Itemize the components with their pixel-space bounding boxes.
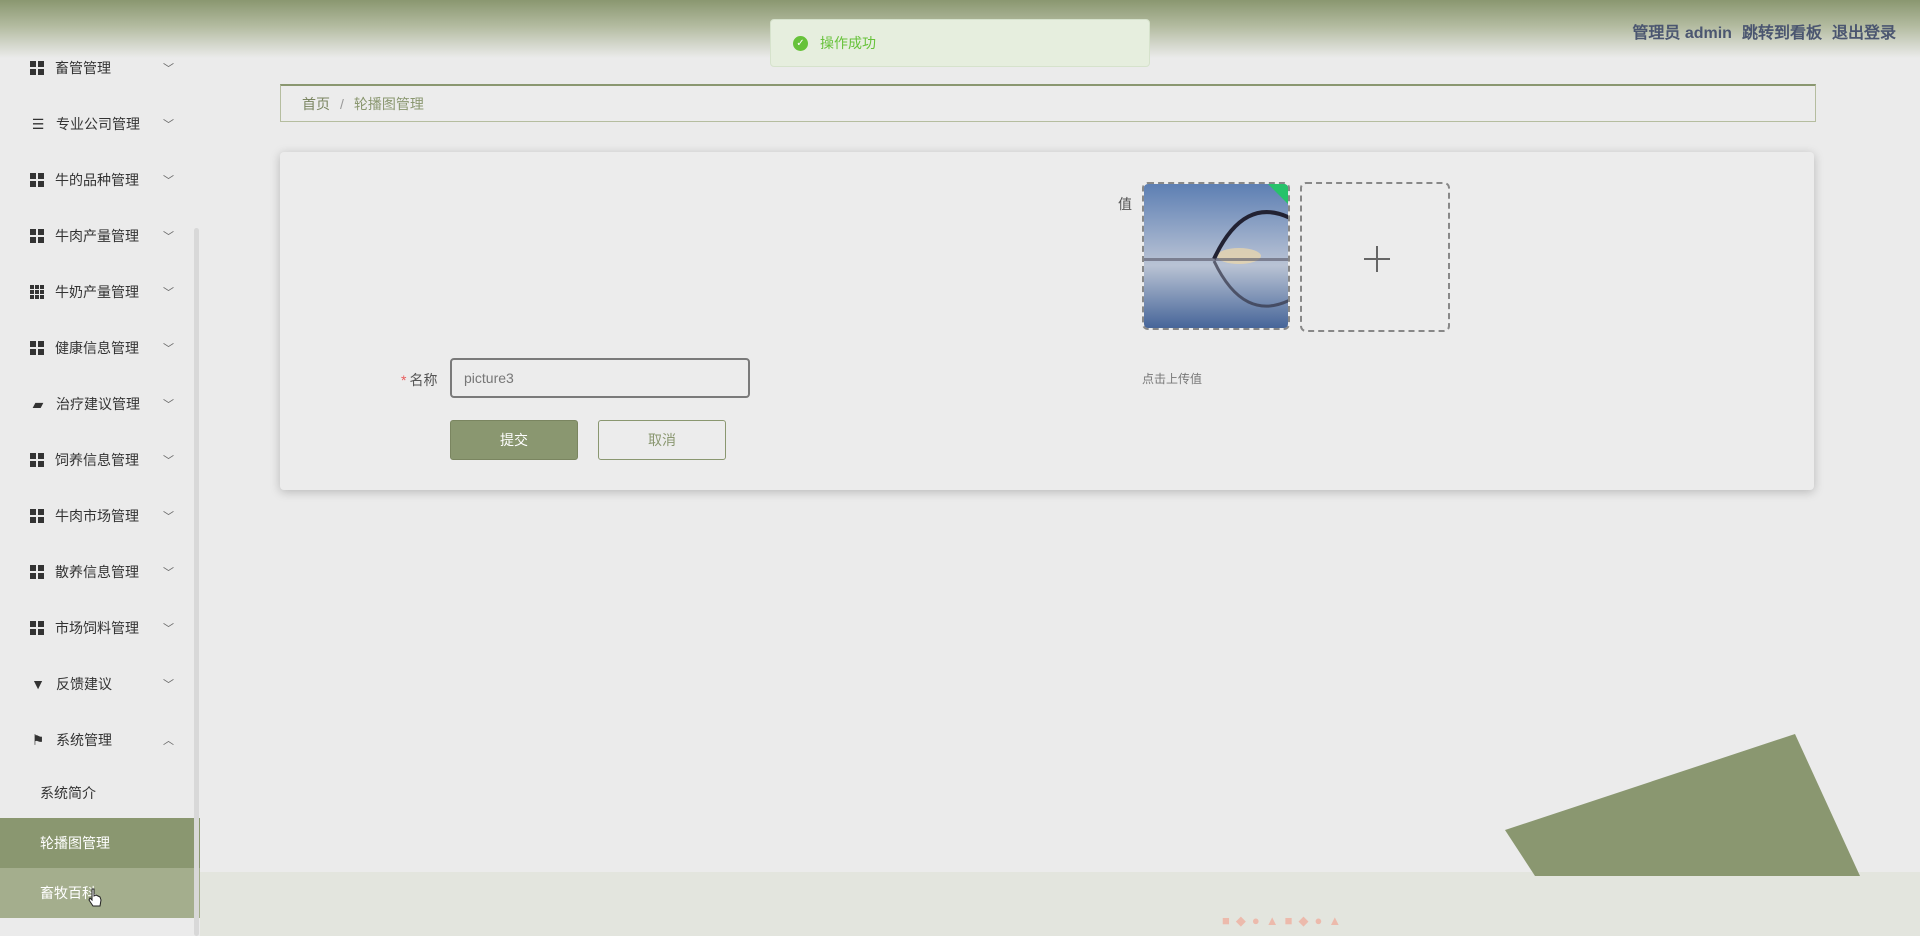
- sidebar-item-treatment[interactable]: ▰ 治疗建议管理 ﹀: [0, 376, 194, 432]
- taskbar-tray-icons: ■ ◆ ● ▲ ■ ◆ ● ▲: [1222, 913, 1341, 929]
- admin-label: 管理员 admin: [1632, 25, 1732, 42]
- list-icon: ☰: [31, 116, 45, 132]
- sidebar-item-label: 牛肉市场管理: [55, 508, 139, 524]
- grid-icon: [30, 229, 44, 243]
- tray-icon: ■: [1222, 913, 1230, 928]
- name-input[interactable]: [450, 358, 750, 398]
- name-label-text: 名称: [409, 372, 438, 388]
- success-toast: ✓ 操作成功: [770, 19, 1150, 67]
- chevron-down-icon: ﹀: [163, 679, 174, 691]
- toast-message: 操作成功: [820, 35, 876, 51]
- chevron-down-icon: ﹀: [163, 119, 174, 131]
- header-user-links: 管理员 admin 跳转到看板 退出登录: [1632, 19, 1896, 43]
- chevron-down-icon: ﹀: [163, 287, 174, 299]
- sidebar-item-beef-output[interactable]: 牛肉产量管理 ﹀: [0, 208, 194, 264]
- sidebar-item-label: 专业公司管理: [56, 116, 140, 132]
- grid-icon: [30, 341, 44, 355]
- sidebar-item-label: 系统管理: [56, 732, 112, 748]
- chevron-down-icon: ﹀: [163, 455, 174, 467]
- sidebar-item-label: 健康信息管理: [55, 340, 139, 356]
- sidebar-item-feedback[interactable]: ▼ 反馈建议 ﹀: [0, 656, 194, 712]
- decorative-shape: [1505, 734, 1860, 876]
- sidebar-item-label: 治疗建议管理: [56, 396, 140, 412]
- sidebar-item-label: 牛的品种管理: [55, 172, 139, 188]
- sidebar-item-system[interactable]: ⚑ 系统管理 ︿: [0, 712, 194, 768]
- chevron-down-icon: ﹀: [163, 231, 174, 243]
- submit-button[interactable]: 提交: [450, 420, 578, 460]
- breadcrumb-separator: /: [340, 95, 344, 112]
- sidebar-item-label: 牛肉产量管理: [55, 228, 139, 244]
- grid-icon: [30, 61, 44, 75]
- uploaded-image-thumbnail[interactable]: [1142, 182, 1290, 330]
- chevron-down-icon: ﹀: [163, 567, 174, 579]
- upload-hint: 点击上传值: [1142, 372, 1203, 386]
- tray-icon: ●: [1251, 913, 1260, 928]
- sidebar-item-label: 市场饲料管理: [55, 620, 139, 636]
- sidebar-item-label: 散养信息管理: [55, 564, 139, 580]
- bridge-photo-icon: [1144, 184, 1288, 328]
- grid9-icon: [30, 285, 44, 299]
- grid-icon: [30, 565, 44, 579]
- sidebar: 畜管管理 ﹀ ☰ 专业公司管理 ﹀ 牛的品种管理 ﹀ 牛肉产量管理 ﹀ 牛奶产量…: [0, 0, 200, 936]
- flag-icon: ⚑: [31, 732, 45, 748]
- grid-icon: [30, 453, 44, 467]
- sidebar-item-breed[interactable]: 牛的品种管理 ﹀: [0, 152, 194, 208]
- sidebar-scrollbar[interactable]: [194, 228, 199, 936]
- name-label: * 名称: [401, 370, 437, 390]
- plus-icon-vertical: [1376, 246, 1378, 272]
- sidebar-item-feeding[interactable]: 饲养信息管理 ﹀: [0, 432, 194, 488]
- sidebar-item-label: 反馈建议: [56, 676, 112, 692]
- briefcase-icon: ▰: [32, 396, 44, 412]
- grid-icon: [30, 509, 44, 523]
- form-card: 值 点击上传值 *名称 提交 取消: [280, 152, 1814, 490]
- sidebar-item-label: 牛奶产量管理: [55, 284, 139, 300]
- sidebar-item-beef-market[interactable]: 牛肉市场管理 ﹀: [0, 488, 194, 544]
- brush-icon: ▼: [31, 676, 45, 692]
- footer-strip: [200, 872, 1920, 936]
- required-mark: *: [401, 372, 407, 388]
- hand-cursor-icon: [88, 888, 102, 907]
- sidebar-item-milk-output[interactable]: 牛奶产量管理 ﹀: [0, 264, 194, 320]
- sidebar-subitem-carousel[interactable]: 轮播图管理: [0, 818, 200, 868]
- upload-add-button[interactable]: [1300, 182, 1450, 332]
- tray-icon: ▲: [1328, 913, 1342, 928]
- tray-icon: ▲: [1265, 913, 1279, 928]
- tray-icon: ◆: [1235, 913, 1246, 928]
- logout-link[interactable]: 退出登录: [1832, 19, 1896, 43]
- sidebar-item-label: 畜管管理: [55, 60, 111, 76]
- cancel-button[interactable]: 取消: [598, 420, 726, 460]
- chevron-down-icon: ﹀: [163, 511, 174, 523]
- chevron-down-icon: ﹀: [163, 343, 174, 355]
- grid-icon: [30, 621, 44, 635]
- sidebar-subitem-label: 系统简介: [40, 785, 96, 801]
- tray-icon: ■: [1284, 913, 1293, 928]
- tray-icon: ●: [1314, 913, 1323, 928]
- sidebar-item-health[interactable]: 健康信息管理 ﹀: [0, 320, 194, 376]
- breadcrumb-current: 轮播图管理: [353, 95, 424, 112]
- breadcrumb: 首页 / 轮播图管理: [280, 84, 1816, 122]
- sidebar-subitem-label: 轮播图管理: [40, 835, 110, 851]
- chevron-down-icon: ﹀: [163, 175, 174, 187]
- sidebar-item-market-feed[interactable]: 市场饲料管理 ﹀: [0, 600, 194, 656]
- breadcrumb-home[interactable]: 首页: [302, 94, 330, 114]
- chevron-up-icon: ︿: [163, 735, 174, 747]
- chevron-down-icon: ﹀: [163, 63, 174, 75]
- sidebar-item-label: 饲养信息管理: [55, 452, 139, 468]
- chevron-down-icon: ﹀: [163, 623, 174, 635]
- sidebar-subitem-intro[interactable]: 系统简介: [0, 768, 200, 818]
- chevron-down-icon: ﹀: [163, 399, 174, 411]
- sidebar-item-free-range[interactable]: 散养信息管理 ﹀: [0, 544, 194, 600]
- value-label: 值: [1118, 196, 1132, 212]
- sidebar-item-company[interactable]: ☰ 专业公司管理 ﹀: [0, 96, 194, 152]
- tray-icon: ◆: [1298, 913, 1309, 928]
- dashboard-link[interactable]: 跳转到看板: [1742, 19, 1822, 43]
- grid-icon: [30, 173, 44, 187]
- check-circle-icon: ✓: [793, 35, 808, 51]
